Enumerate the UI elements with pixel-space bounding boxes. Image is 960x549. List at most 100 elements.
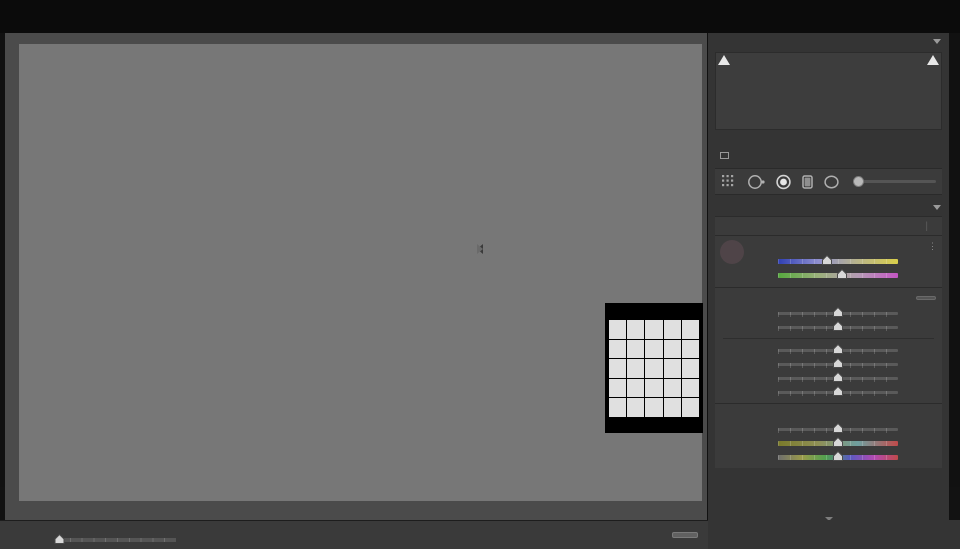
presence-title-row xyxy=(721,406,936,422)
loupe-cell xyxy=(681,378,699,398)
temp-track[interactable] xyxy=(778,254,898,265)
bottom-toolbar xyxy=(0,520,708,549)
scale-track[interactable] xyxy=(58,537,176,542)
loupe-cell xyxy=(627,339,645,359)
slider-knob[interactable] xyxy=(853,176,864,187)
treatment-row: | xyxy=(715,216,942,235)
chevron-right-icon xyxy=(477,244,483,254)
lightroom-window: | ⋮ xyxy=(0,0,960,549)
original-photo-toggle[interactable] xyxy=(720,148,942,163)
bottom-right-filler xyxy=(708,520,960,549)
histogram-panel-header[interactable] xyxy=(708,33,949,50)
slider-row-contrast[interactable] xyxy=(721,320,936,334)
wb-preset-stepper-icon[interactable]: ⋮ xyxy=(928,241,937,252)
whites-knob[interactable] xyxy=(833,371,844,383)
tone-divider xyxy=(723,338,934,339)
slider-row-highlights[interactable] xyxy=(721,343,936,357)
contrast-track[interactable] xyxy=(778,320,898,331)
highlights-knob[interactable] xyxy=(833,343,844,355)
loupe-cell xyxy=(609,320,627,339)
loupe-cell xyxy=(681,339,699,359)
spot-removal-icon[interactable] xyxy=(747,174,766,190)
loupe-cell xyxy=(681,359,699,378)
highlights-track[interactable] xyxy=(778,343,898,354)
slider-row-whites[interactable] xyxy=(721,371,936,385)
histogram-graph[interactable] xyxy=(715,52,942,130)
loupe-cell xyxy=(663,359,681,378)
vibrance-track[interactable] xyxy=(778,436,898,447)
photo-preview[interactable] xyxy=(19,44,702,501)
loupe-cell xyxy=(645,378,663,398)
highlight-clipping-indicator[interactable] xyxy=(927,55,939,65)
saturation-knob[interactable] xyxy=(833,450,844,462)
loupe-cell xyxy=(645,359,663,378)
blacks-knob[interactable] xyxy=(833,385,844,397)
loupe-title xyxy=(606,304,702,319)
tone-auto-button[interactable] xyxy=(916,296,936,300)
basic-panel-body: | ⋮ xyxy=(715,216,942,468)
slider-row-exposure[interactable] xyxy=(721,306,936,320)
loupe-cell xyxy=(627,359,645,378)
radial-filter-icon[interactable] xyxy=(823,174,840,190)
wb-preset-row: ⋮ xyxy=(721,239,937,254)
blacks-track[interactable] xyxy=(778,385,898,396)
presence-section xyxy=(715,403,942,468)
loupe-cell xyxy=(681,398,699,417)
right-panel: | ⋮ xyxy=(708,33,949,520)
white-balance-block: ⋮ xyxy=(715,235,942,287)
loupe-cell xyxy=(609,359,627,378)
done-button[interactable] xyxy=(672,532,698,538)
whites-track[interactable] xyxy=(778,371,898,382)
chevron-down-icon xyxy=(933,39,941,44)
loupe-cell xyxy=(609,378,627,398)
tint-track[interactable] xyxy=(778,268,898,279)
loupe-cell xyxy=(663,320,681,339)
exposure-knob[interactable] xyxy=(833,306,844,318)
loupe-cell xyxy=(681,320,699,339)
loupe-cell xyxy=(627,378,645,398)
exposure-track[interactable] xyxy=(778,306,898,317)
contrast-knob[interactable] xyxy=(833,320,844,332)
crop-overlay-icon[interactable] xyxy=(721,174,738,189)
slider-row-shadows[interactable] xyxy=(721,357,936,371)
saturation-track[interactable] xyxy=(778,450,898,461)
loupe-cell xyxy=(663,339,681,359)
graduated-filter-icon[interactable] xyxy=(801,174,814,190)
photo-thumbnail-icon xyxy=(720,152,729,159)
basic-panel-header[interactable] xyxy=(708,199,949,216)
loupe-cell xyxy=(609,398,627,417)
adjustment-brush-slider[interactable] xyxy=(853,176,936,187)
tint-knob[interactable] xyxy=(836,268,847,280)
shadows-track[interactable] xyxy=(778,357,898,368)
scale-slider-block[interactable] xyxy=(54,521,184,549)
slider-row-blacks[interactable] xyxy=(721,385,936,399)
slider-row-tint[interactable] xyxy=(721,268,936,282)
histogram-rgb-readout xyxy=(715,132,942,147)
slider-row-saturation[interactable] xyxy=(721,450,936,464)
clarity-track[interactable] xyxy=(778,422,898,433)
scale-knob[interactable] xyxy=(54,533,65,545)
loupe-cell xyxy=(627,398,645,417)
clarity-knob[interactable] xyxy=(833,422,844,434)
slider-row-temp[interactable] xyxy=(721,254,936,268)
tone-title-row xyxy=(721,290,936,306)
shadow-clipping-indicator[interactable] xyxy=(718,55,730,65)
loupe-cell xyxy=(645,320,663,339)
develop-tool-strip xyxy=(715,168,942,195)
slider-row-clarity[interactable] xyxy=(721,422,936,436)
loupe-cell xyxy=(663,378,681,398)
temp-knob[interactable] xyxy=(822,254,833,266)
top-identity-bar xyxy=(0,0,960,33)
slider-row-vibrance[interactable] xyxy=(721,436,936,450)
target-neutral-loupe[interactable] xyxy=(605,303,703,433)
wb-eyedropper-swatch[interactable] xyxy=(720,240,744,264)
loupe-pixel-grid xyxy=(609,320,699,417)
shadows-knob[interactable] xyxy=(833,357,844,369)
histogram-canvas xyxy=(716,53,941,129)
bedroom-photo-canvas[interactable] xyxy=(19,44,702,501)
loupe-cell xyxy=(645,339,663,359)
red-eye-correction-icon[interactable] xyxy=(775,174,792,190)
vibrance-knob[interactable] xyxy=(833,436,844,448)
image-stage[interactable] xyxy=(5,33,707,520)
chevron-down-icon xyxy=(933,205,941,210)
